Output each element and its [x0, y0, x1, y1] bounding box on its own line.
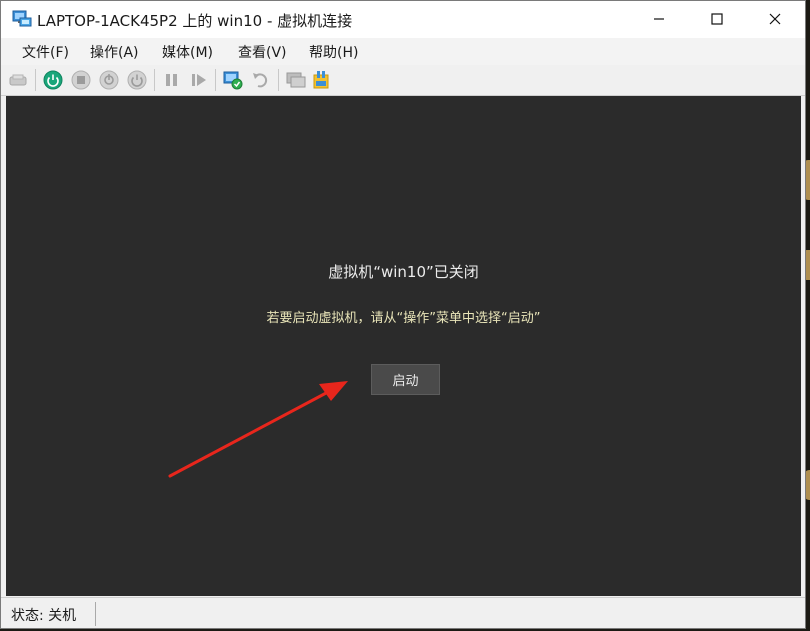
annotation-arrow	[168, 381, 348, 478]
